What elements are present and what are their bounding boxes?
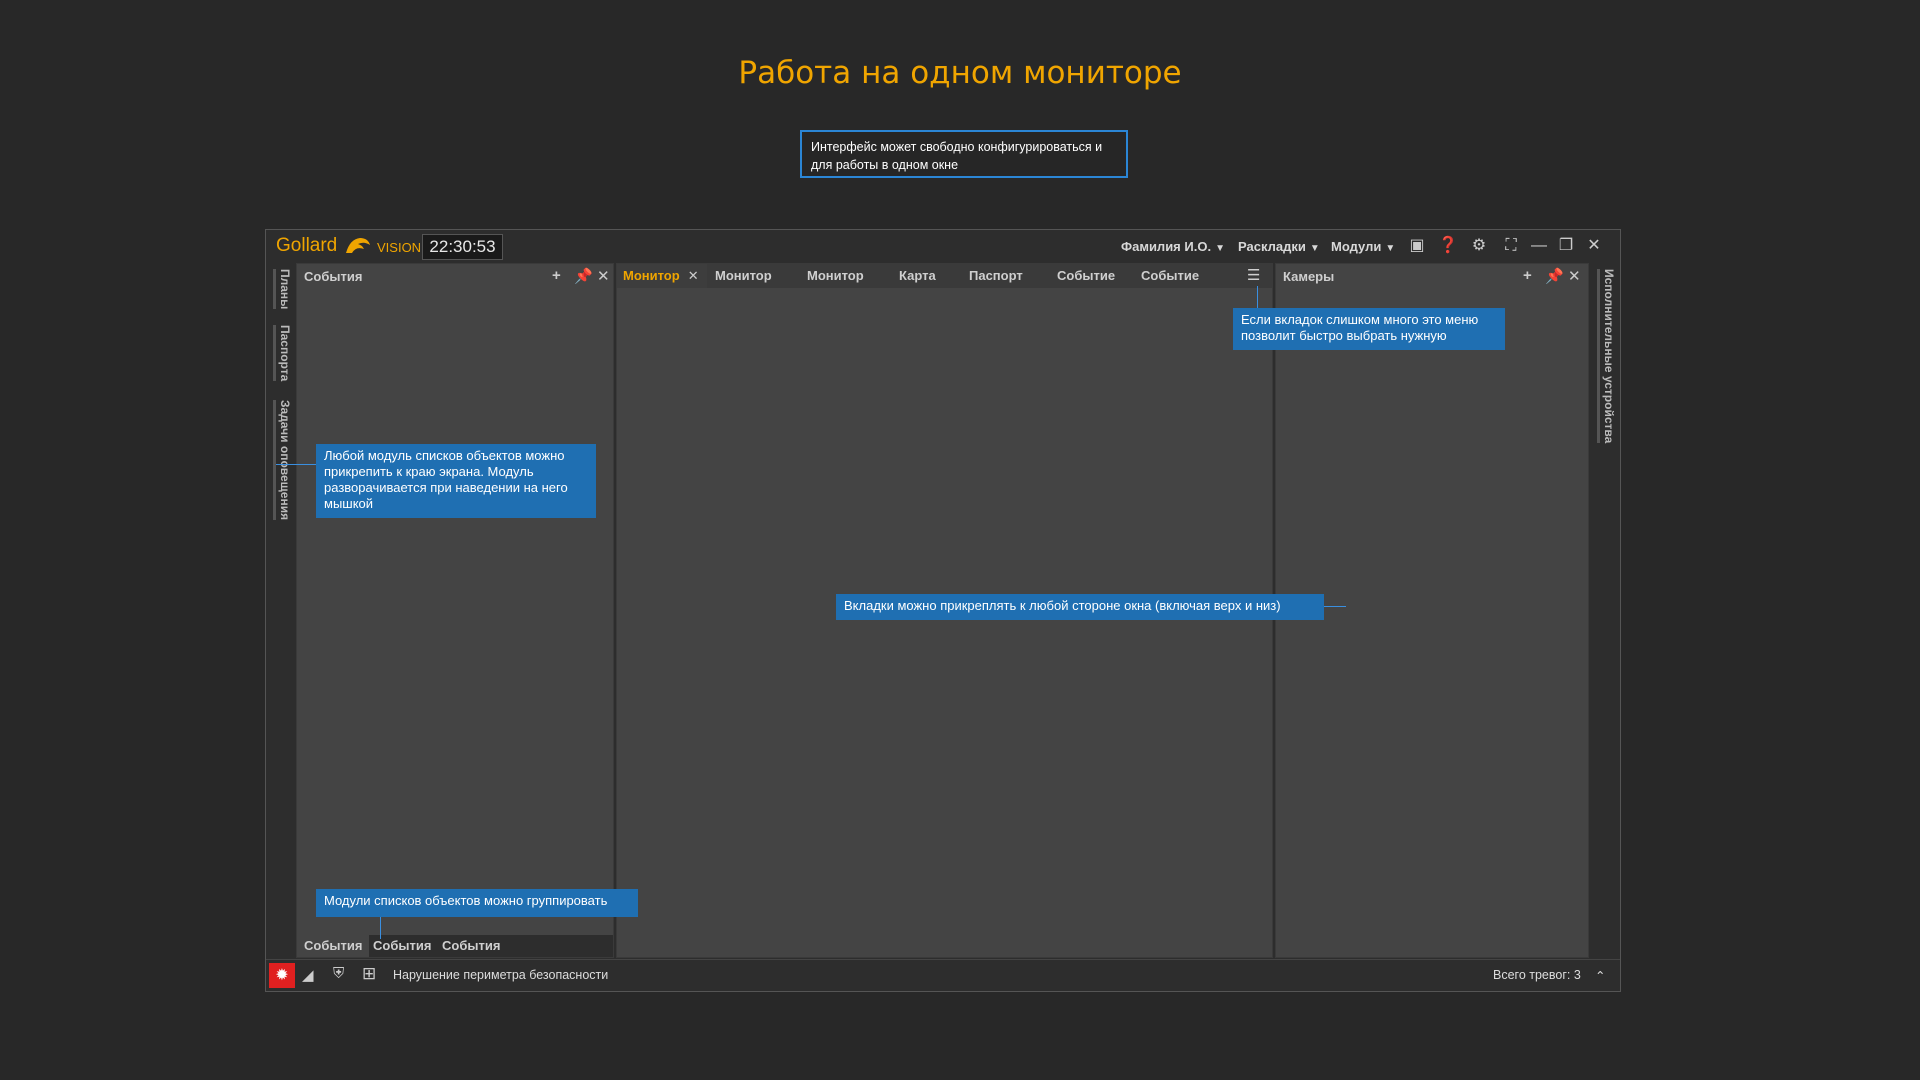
perimeter-icon[interactable]: ⊞ — [362, 964, 376, 984]
tab-event-1[interactable]: Событие — [1057, 264, 1115, 288]
cameras-panel-header: Камеры + 📌 ✕ — [1276, 264, 1588, 288]
minimize-icon[interactable]: — — [1529, 236, 1549, 256]
close-icon[interactable]: ✕ — [1584, 236, 1604, 256]
chevron-down-icon: ▼ — [1309, 243, 1320, 254]
rail-tab-plans[interactable]: Планы — [273, 269, 292, 310]
new-window-icon[interactable]: ▣ — [1407, 236, 1427, 256]
group-tab[interactable]: События — [435, 935, 507, 957]
restore-icon[interactable]: ❐ — [1556, 236, 1576, 256]
titlebar: Gollard VISION 22:30:53 Фамилия И.О. ▼ Ра… — [266, 230, 1620, 263]
panel-title: События — [304, 269, 363, 284]
modules-menu-label: Модули — [1331, 239, 1382, 254]
tab-event-2[interactable]: Событие — [1141, 264, 1199, 288]
logo-text: Gollard — [276, 235, 338, 256]
fullscreen-icon[interactable]: ⛶ — [1501, 236, 1521, 256]
modules-menu[interactable]: Модули ▼ — [1331, 239, 1395, 254]
gear-icon[interactable]: ⚙ — [1469, 236, 1489, 256]
close-icon[interactable]: ✕ — [1568, 267, 1581, 285]
clock: 22:30:53 — [422, 234, 503, 260]
add-icon[interactable]: + — [1523, 267, 1532, 284]
tab-passport[interactable]: Паспорт — [969, 264, 1023, 288]
tabs-menu-icon[interactable]: ☰ — [1247, 264, 1260, 288]
alarm-icon[interactable]: ✹ — [269, 963, 295, 988]
callout-pin-modules: Любой модуль списков объектов можно прик… — [316, 444, 596, 518]
close-icon[interactable]: ✕ — [688, 268, 699, 283]
rail-tab-passports[interactable]: Паспорта — [273, 325, 292, 382]
tab-label: Монитор — [623, 268, 680, 283]
statusbar: ✹ ◢ ⛨ ⊞ Нарушение периметра безопасности… — [266, 959, 1620, 991]
layouts-menu[interactable]: Раскладки ▼ — [1238, 239, 1320, 254]
user-menu-label: Фамилия И.О. — [1121, 239, 1212, 254]
callout-connector — [1324, 606, 1346, 607]
group-tab[interactable]: События — [297, 935, 370, 957]
logo-lion-icon — [346, 238, 370, 253]
status-message: Нарушение периметра безопасности — [393, 968, 609, 982]
panel-title: Камеры — [1283, 269, 1335, 284]
page-title: Работа на одном мониторе — [738, 55, 1182, 91]
user-menu[interactable]: Фамилия И.О. ▼ — [1121, 239, 1225, 254]
callout-tabs-menu: Если вкладок слишком много это меню позв… — [1233, 308, 1505, 350]
rail-tab-notify-tasks[interactable]: Задачи оповещения — [273, 400, 292, 521]
close-icon[interactable]: ✕ — [597, 267, 610, 285]
center-tabstrip: Монитор ✕ Монитор Монитор Карта Паспорт С… — [617, 264, 1272, 288]
chevron-up-icon[interactable]: ⌃ — [1595, 968, 1605, 983]
tab-map[interactable]: Карта — [899, 264, 936, 288]
add-icon[interactable]: + — [552, 267, 561, 284]
logo-subtext: VISION — [377, 240, 422, 255]
callout-connector — [276, 464, 316, 465]
alarm-count: Всего тревог: 3 — [1493, 968, 1581, 982]
shield-icon[interactable]: ⛨ — [333, 965, 344, 982]
rail-tab-actuators[interactable]: Исполнительные устройства — [1597, 269, 1616, 444]
tab-monitor-2[interactable]: Монитор — [715, 264, 772, 288]
help-icon[interactable]: ❓ — [1438, 236, 1458, 256]
tab-monitor-3[interactable]: Монитор — [807, 264, 864, 288]
callout-dock-tabs: Вкладки можно прикреплять к любой сторон… — [836, 594, 1324, 620]
left-dock-rail: Планы Паспорта Задачи оповещения — [266, 263, 295, 958]
callout-connector — [380, 917, 381, 939]
chevron-down-icon: ▼ — [1385, 243, 1396, 254]
tab-monitor-1[interactable]: Монитор ✕ — [617, 264, 707, 288]
callout-connector — [1257, 286, 1258, 308]
layouts-menu-label: Раскладки — [1238, 239, 1306, 254]
events-group-tabs: События События События — [297, 935, 613, 957]
pin-icon[interactable]: 📌 — [1545, 267, 1564, 285]
callout-group-modules: Модули списков объектов можно группирова… — [316, 889, 638, 917]
right-dock-rail: Исполнительные устройства — [1592, 263, 1620, 958]
camera-icon[interactable]: ◢ — [302, 966, 314, 984]
intro-callout: Интерфейс может свободно конфигурировать… — [800, 130, 1128, 178]
events-panel: События + 📌 ✕ События События События — [296, 263, 614, 958]
chevron-down-icon: ▼ — [1215, 243, 1225, 254]
events-panel-header: События + 📌 ✕ — [297, 264, 613, 288]
group-tab[interactable]: События — [366, 935, 438, 957]
pin-icon[interactable]: 📌 — [574, 267, 593, 285]
